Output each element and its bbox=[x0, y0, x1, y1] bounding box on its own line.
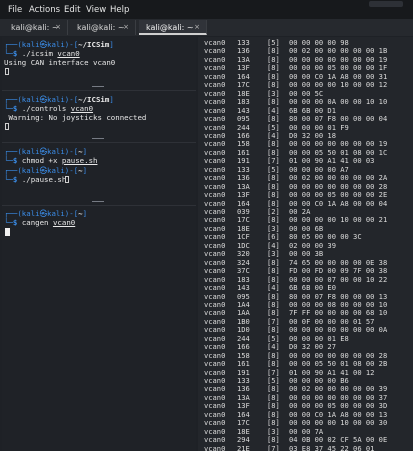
output-line: Warning: No joysticks connected bbox=[4, 113, 147, 122]
menu-bar: File Actions Edit View Help bbox=[0, 0, 413, 19]
prompt-line-top: ┌──(kali㉿kali)-[~/ICSim] bbox=[4, 40, 114, 49]
tab-2[interactable]: kali@kali: ~ × bbox=[70, 20, 136, 35]
command-line: └─$ chmod +x pause.sh bbox=[4, 156, 98, 165]
tab-close-icon[interactable]: × bbox=[123, 20, 129, 35]
cursor bbox=[5, 123, 9, 130]
tab-label: kali@kali: ~ bbox=[11, 23, 59, 32]
menu-help[interactable]: Help bbox=[110, 5, 129, 15]
can-interface: vcan0 bbox=[204, 443, 226, 451]
prompt-line-top: ┌──(kali㉿kali)-[~] bbox=[4, 166, 88, 175]
command-line: └─$ ./controls vcan0 bbox=[4, 104, 94, 113]
prompt-line-top: ┌──(kali㉿kali)-[~/ICSim] bbox=[4, 95, 114, 104]
tab-close-icon[interactable]: × bbox=[55, 20, 61, 35]
menu-view[interactable]: View bbox=[86, 5, 106, 15]
command-line: └─$ cangen vcan0 bbox=[4, 218, 76, 227]
can-dlc: [7] bbox=[267, 443, 280, 451]
menu-file[interactable]: File bbox=[8, 5, 22, 15]
tab-label: kali@kali: ~ bbox=[77, 23, 125, 32]
prompt-line-top: ┌──(kali㉿kali)-[~] bbox=[4, 147, 88, 156]
window-controls[interactable] bbox=[369, 1, 403, 7]
prompt-line-top: ┌──(kali㉿kali)-[~] bbox=[4, 209, 88, 218]
tab-1[interactable]: kali@kali: ~ × bbox=[4, 20, 68, 35]
tab-3-active[interactable]: kali@kali: ~ × bbox=[139, 20, 207, 35]
tab-close-icon[interactable]: × bbox=[194, 20, 200, 35]
tab-bar: kali@kali: ~ × kali@kali: ~ × kali@kali:… bbox=[0, 19, 413, 36]
pane-divider[interactable] bbox=[2, 138, 196, 143]
menu-actions[interactable]: Actions bbox=[29, 5, 60, 15]
can-data: 03 E8 37 45 22 06 01 bbox=[289, 443, 375, 451]
menu-edit[interactable]: Edit bbox=[64, 5, 80, 15]
output-line: Using CAN interface vcan0 bbox=[4, 58, 116, 67]
cursor bbox=[5, 228, 10, 236]
pane-divider[interactable] bbox=[2, 86, 196, 91]
command-line: └─$ ./pause.sh bbox=[4, 175, 67, 184]
can-id: 21E bbox=[237, 443, 250, 451]
tab-label: kali@kali: ~ bbox=[146, 23, 194, 32]
left-terminal-panes[interactable]: ┌──(kali㉿kali)-[~/ICSim] └─$ ./icsim vca… bbox=[2, 37, 196, 451]
candump-output-pane[interactable]: vcan0 133 [5] 00 00 00 00 98 vcan0 136 [8] 00 0… bbox=[198, 37, 413, 451]
pane-divider[interactable] bbox=[2, 201, 196, 206]
command-line: └─$ ./icsim vcan0 bbox=[4, 49, 80, 58]
cursor bbox=[65, 176, 69, 183]
cursor bbox=[5, 68, 9, 75]
